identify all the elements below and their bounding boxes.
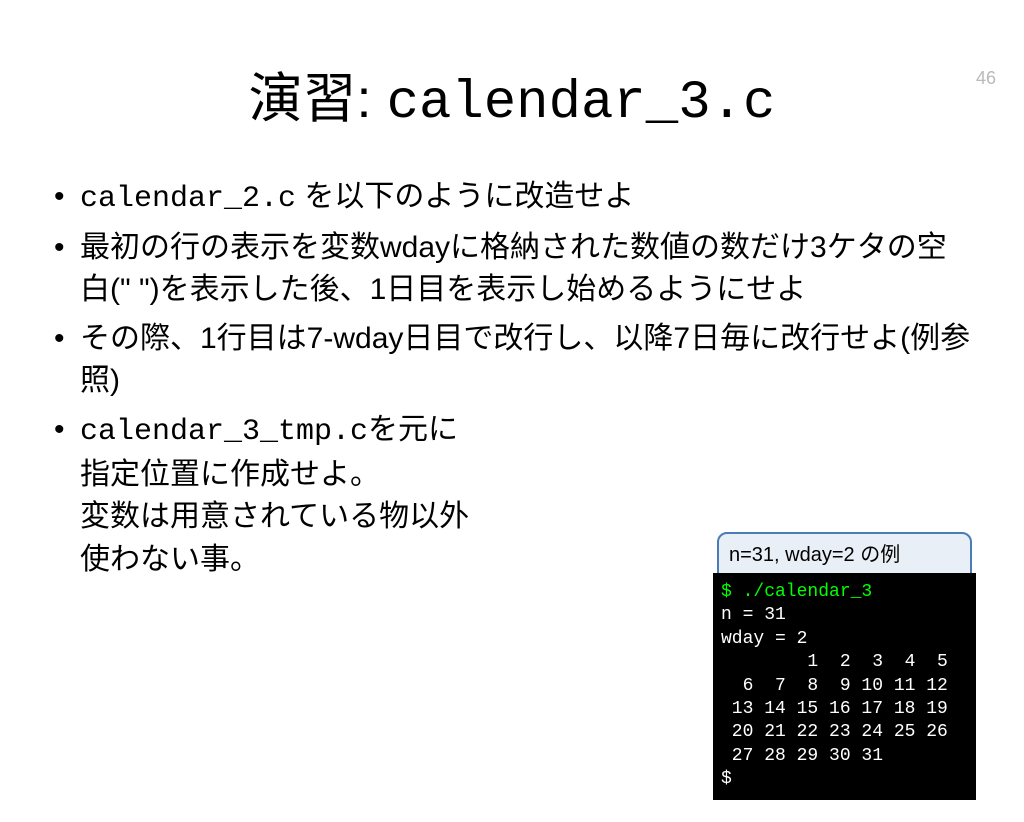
terminal-body: n = 31 wday = 2 1 2 3 4 5 6 7 8 9 10 11 … xyxy=(721,605,948,789)
bullet-list: calendar_2.c を以下のように改造せよ 最初の行の表示を変数wdayに… xyxy=(48,176,976,581)
bullet-1-code: calendar_2.c xyxy=(80,182,296,216)
bullet-4-code: calendar_3_tmp.c xyxy=(80,415,368,449)
title-prefix: 演習: xyxy=(249,69,387,129)
title-code: calendar_3.c xyxy=(387,73,776,134)
page-number: 46 xyxy=(976,68,996,89)
example-box: n=31, wday=2 の例 $ ./calendar_3 n = 31 wd… xyxy=(713,532,976,800)
terminal-output: $ ./calendar_3 n = 31 wday = 2 1 2 3 4 5… xyxy=(713,573,976,800)
bullet-1: calendar_2.c を以下のように改造せよ xyxy=(48,176,976,221)
terminal-command: $ ./calendar_3 xyxy=(721,582,872,602)
slide-title: 演習: calendar_3.c xyxy=(0,54,1024,134)
bullet-1-text: を以下のように改造せよ xyxy=(296,180,634,213)
content-area: calendar_2.c を以下のように改造せよ 最初の行の表示を変数wdayに… xyxy=(0,176,1024,581)
bullet-2: 最初の行の表示を変数wdayに格納された数値の数だけ3ケタの空白(" ")を表示… xyxy=(48,227,976,312)
bullet-3: その際、1行目は7-wday日目で改行し、以降7日毎に改行せよ(例参照) xyxy=(48,318,976,403)
